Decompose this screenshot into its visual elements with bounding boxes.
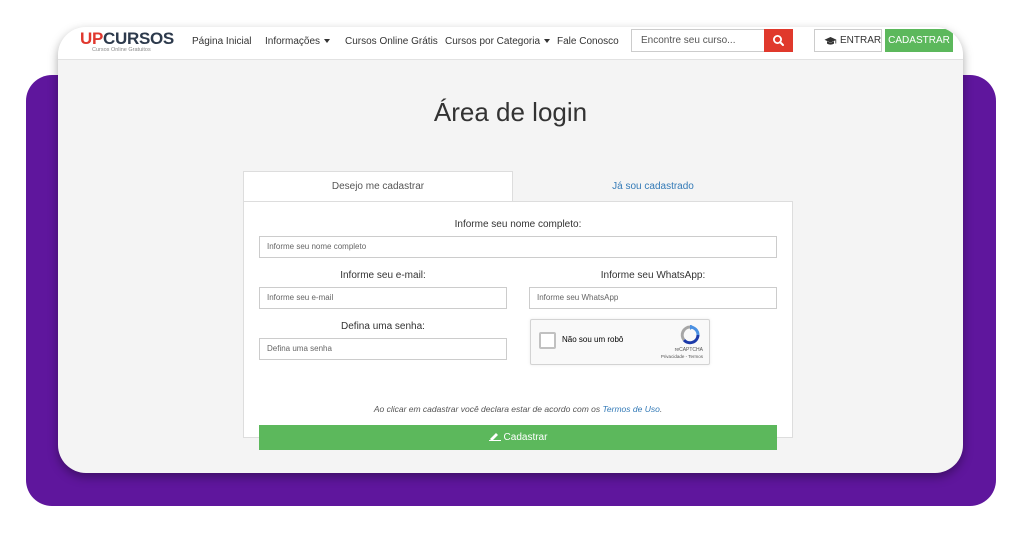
captcha-label: Não sou um robô: [562, 335, 624, 344]
nav-category-label: Cursos por Categoria: [445, 36, 541, 47]
recaptcha-widget: Não sou um robô reCAPTCHA Privacidade - …: [530, 319, 710, 365]
submit-label: Cadastrar: [503, 432, 548, 443]
nav-home-label: Página Inicial: [192, 36, 252, 47]
tab-register-label: Desejo me cadastrar: [331, 181, 425, 192]
tab-existing[interactable]: Já sou cadastrado: [513, 171, 793, 202]
whatsapp-field[interactable]: Informe seu WhatsApp: [529, 287, 777, 309]
browser-card: UPCURSOS Cursos Online Gratuitos Página …: [58, 27, 963, 473]
captcha-terms[interactable]: Privacidade - Termos: [661, 354, 703, 359]
nav-category-dropdown[interactable]: Cursos por Categoria: [445, 36, 551, 47]
tab-existing-label: Já sou cadastrado: [612, 181, 694, 192]
logo-up: UP: [80, 29, 104, 48]
name-label: Informe seu nome completo:: [454, 219, 582, 230]
terms-link[interactable]: Termos de Uso: [602, 404, 659, 414]
signup-button[interactable]: CADASTRAR: [885, 29, 953, 52]
nav-info-label: Informações: [265, 36, 321, 47]
password-field[interactable]: Defina uma senha: [259, 338, 507, 360]
search-button[interactable]: [764, 29, 793, 52]
terms-text: Ao clicar em cadastrar você declara esta…: [244, 404, 792, 414]
search-icon: [772, 35, 784, 46]
signature-icon: [488, 433, 501, 441]
signup-label: CADASTRAR: [888, 35, 950, 46]
logo-cursos: CURSOS: [103, 29, 174, 48]
nav-free-courses-label: Cursos Online Grátis: [345, 36, 438, 47]
captcha-brand: reCAPTCHA: [674, 347, 703, 353]
captcha-checkbox[interactable]: [539, 332, 556, 349]
nav-free-courses[interactable]: Cursos Online Grátis: [345, 36, 438, 47]
navbar: UPCURSOS Cursos Online Gratuitos Página …: [58, 27, 963, 60]
terms-suffix: .: [659, 404, 663, 414]
graduation-cap-icon: [824, 37, 837, 45]
recaptcha-icon: [680, 325, 700, 345]
email-field[interactable]: Informe seu e-mail: [259, 287, 507, 309]
logo[interactable]: UPCURSOS Cursos Online Gratuitos: [80, 30, 174, 56]
caret-down-icon: [544, 39, 551, 44]
submit-register-button[interactable]: Cadastrar: [259, 425, 777, 450]
register-form: Informe seu nome completo: Informe seu n…: [243, 201, 793, 450]
nav-home[interactable]: Página Inicial: [192, 36, 251, 47]
search-input[interactable]: Encontre seu curso...: [631, 29, 764, 52]
nav-contact-label: Fale Conosco: [557, 36, 619, 47]
password-label: Defina uma senha:: [341, 321, 425, 332]
email-label: Informe seu e-mail:: [340, 270, 426, 281]
caret-down-icon: [324, 39, 331, 44]
tab-register[interactable]: Desejo me cadastrar: [243, 171, 513, 202]
nav-info-dropdown[interactable]: Informações: [265, 36, 331, 47]
login-label: ENTRAR: [840, 35, 882, 46]
terms-prefix: Ao clicar em cadastrar você declara esta…: [373, 404, 603, 414]
whatsapp-label: Informe seu WhatsApp:: [600, 270, 706, 281]
login-button[interactable]: ENTRAR: [814, 29, 882, 52]
nav-contact[interactable]: Fale Conosco: [557, 36, 619, 47]
name-field[interactable]: Informe seu nome completo: [259, 236, 777, 258]
page-title: Área de login: [433, 97, 588, 127]
